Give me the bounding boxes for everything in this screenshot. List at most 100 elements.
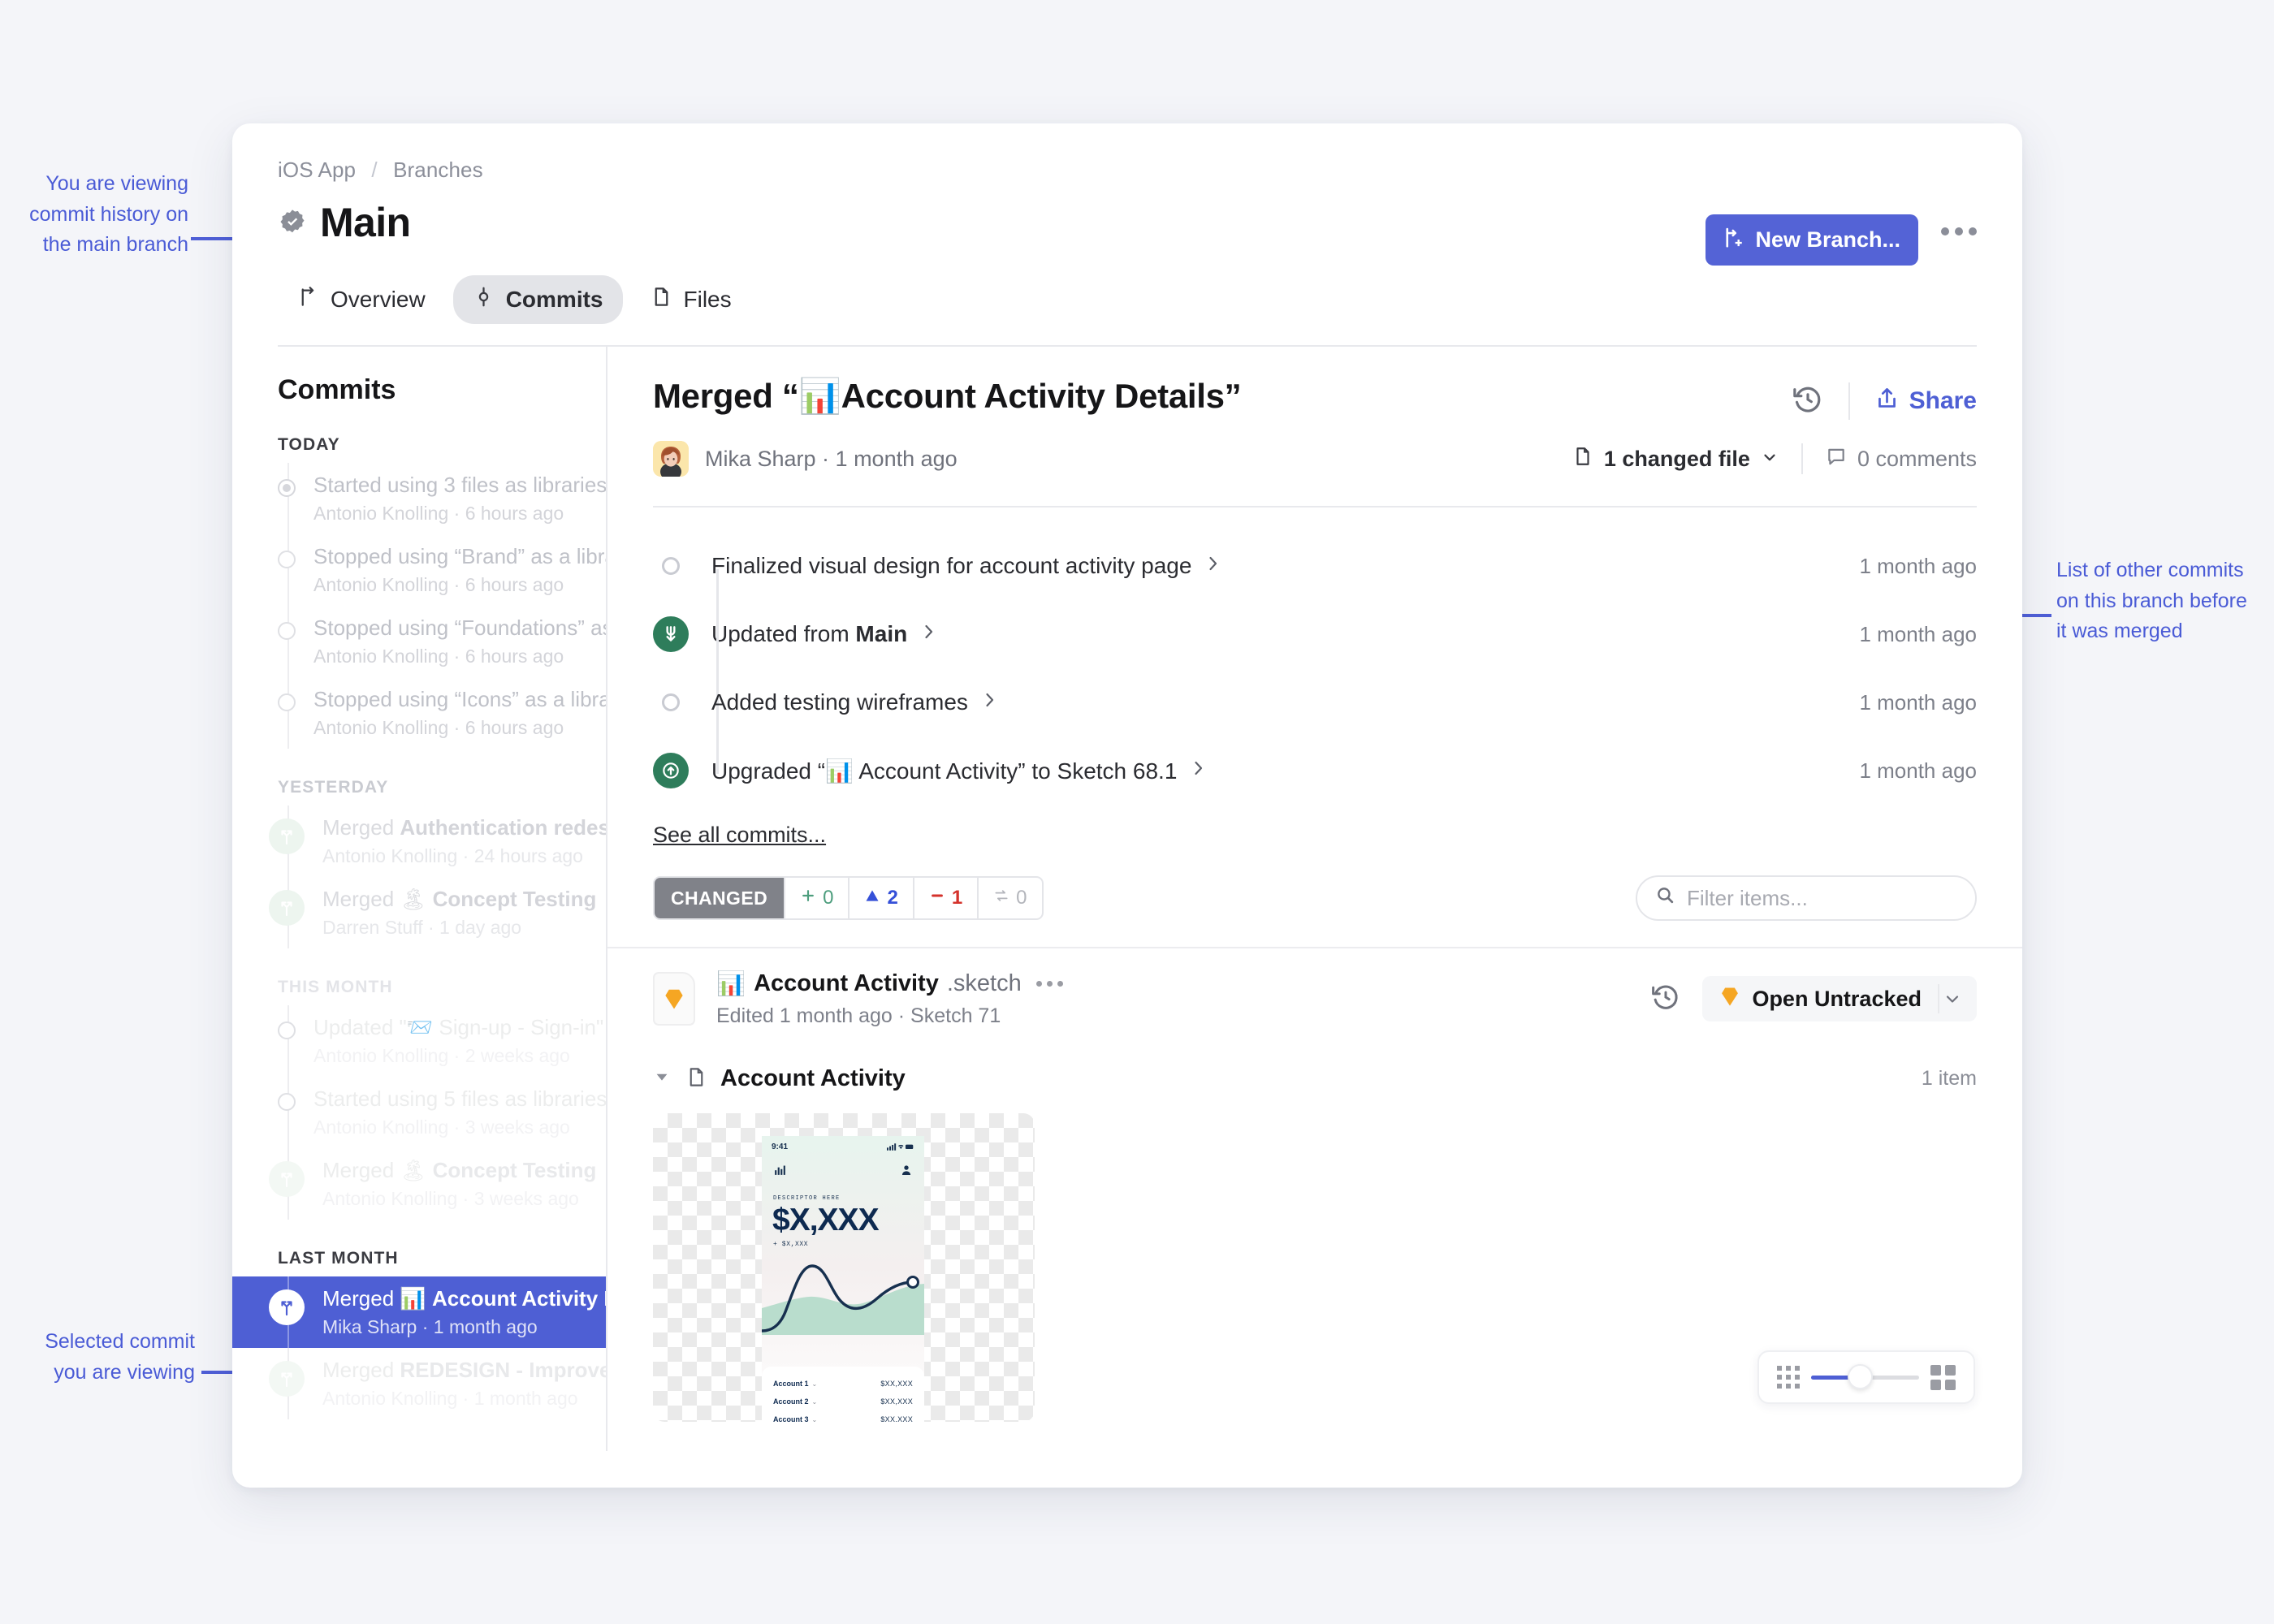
branch-icon [297, 286, 319, 313]
branch-commit-row[interactable]: Upgraded “📊 Account Activity” to Sketch … [653, 736, 1977, 805]
sketch-file-icon [653, 972, 695, 1026]
sidebar-commit-item[interactable]: Updated "📨 Sign-up - Sign-in" li... Anto… [232, 1005, 606, 1077]
merge-icon [269, 818, 305, 854]
tab-files[interactable]: Files [631, 275, 751, 324]
breadcrumb-project[interactable]: iOS App [278, 158, 356, 182]
merge-icon [269, 1161, 305, 1197]
commit-message: Merged REDESIGN - Improve Sig... [322, 1358, 606, 1382]
chevron-right-icon [979, 689, 999, 715]
changed-file-row[interactable]: 📊 Account Activity .sketch Edited 1 month… [607, 948, 2022, 1028]
caret-down-icon[interactable] [653, 1068, 671, 1091]
zoom-slider[interactable] [1811, 1364, 1919, 1389]
sidebar-commit-item[interactable]: Started using 5 files as libraries Anton… [232, 1077, 606, 1148]
commit-node-dot-icon [278, 693, 296, 711]
page-title: Main [320, 200, 411, 245]
added-count-segment[interactable]: 0 [785, 878, 850, 918]
tab-commits[interactable]: Commits [452, 275, 623, 324]
minus-icon [929, 887, 945, 909]
branch-commit-time: 1 month ago [1859, 758, 1977, 783]
branch-commit-label: Added testing wireframes [711, 689, 999, 715]
modified-count-segment[interactable]: 2 [850, 878, 914, 918]
moved-count-segment[interactable]: 0 [979, 878, 1041, 918]
commit-node-dot-icon [653, 557, 689, 575]
phone-toolbar [762, 1151, 924, 1181]
sidebar-commit-item-selected[interactable]: Merged 📊 Account Activity Deta... Mika S… [232, 1276, 606, 1348]
new-branch-button[interactable]: New Branch... [1706, 214, 1918, 266]
tab-bar: Overview Commits Files [278, 275, 1977, 324]
commit-node-dot-icon [653, 693, 689, 711]
sidebar-group-label-today: TODAY [278, 435, 340, 454]
filter-input[interactable]: Filter items... [1636, 875, 1977, 921]
chevron-down-icon: ⌄ [811, 1380, 818, 1388]
zoom-slider-knob[interactable] [1848, 1364, 1874, 1389]
deleted-count: 1 [951, 887, 963, 909]
zoom-control[interactable] [1757, 1350, 1975, 1404]
history-clock-icon[interactable] [1792, 383, 1824, 420]
commit-detail-panel: Merged “📊 Account Activity Details” Shar… [607, 347, 2022, 1451]
preview-group-header[interactable]: Account Activity 1 item [607, 1028, 2022, 1092]
comments-count[interactable]: 0 comments [1826, 446, 1977, 473]
commits-sidebar[interactable]: Commits TODAY Started using 3 files as l… [232, 347, 607, 1451]
commit-message: Merged 🏝 Concept Testing [322, 887, 597, 912]
small-grid-icon[interactable] [1777, 1366, 1800, 1389]
status-time: 9:41 [772, 1142, 789, 1151]
avatar [653, 441, 689, 477]
commit-meta: Antonio Knolling · 6 hours ago [313, 646, 564, 667]
commit-meta: Mika Sharp · 1 month ago [322, 1316, 538, 1337]
deleted-count-segment[interactable]: 1 [914, 878, 979, 918]
open-untracked-button[interactable]: Open Untracked [1702, 976, 1977, 1021]
changed-files-dropdown[interactable]: 1 changed file [1572, 446, 1779, 473]
chevron-right-icon [919, 621, 938, 647]
sidebar-commit-item[interactable]: Merged Authentication redesign Antonio K… [232, 806, 606, 877]
account-row: Account 1 ⌄ $XX,XXX [773, 1380, 913, 1388]
history-clock-icon[interactable] [1650, 982, 1681, 1017]
tab-overview[interactable]: Overview [278, 275, 445, 324]
plus-icon [800, 887, 816, 909]
share-button[interactable]: Share [1874, 386, 1977, 417]
filter-placeholder: Filter items... [1687, 885, 1808, 910]
chevron-right-icon [1203, 553, 1222, 579]
branch-commit-row[interactable]: Added testing wireframes 1 month ago [653, 668, 1977, 774]
divider [1848, 382, 1850, 420]
see-all-commits-link[interactable]: See all commits... [653, 823, 826, 848]
commit-title: Merged “📊 Account Activity Details” [653, 376, 1242, 416]
change-type-segmented-control[interactable]: CHANGED 0 2 1 0 [653, 876, 1044, 920]
sidebar-group-label-yesterday: YESTERDAY [278, 778, 389, 797]
sidebar-commit-item[interactable]: Stopped using “Brand” as a library Anton… [232, 534, 606, 606]
large-grid-icon[interactable] [1930, 1364, 1956, 1390]
commit-meta: Antonio Knolling · 6 hours ago [313, 503, 564, 524]
tab-commits-label: Commits [505, 287, 603, 312]
screenshot-stage: You are viewing commit history on the ma… [0, 0, 2274, 1624]
commit-message: Started using 5 files as libraries [313, 1086, 606, 1111]
bar-chart-emoji: 📊 [825, 757, 854, 784]
sidebar-commit-item[interactable]: Stopped using “Foundations” as ... Anton… [232, 606, 606, 677]
sidebar-commit-item[interactable]: Merged REDESIGN - Improve Sig... Antonio… [232, 1348, 606, 1419]
sidebar-commit-item[interactable]: Started using 3 files as libraries Anton… [232, 463, 606, 534]
commit-node-dot-icon [278, 479, 296, 497]
sidebar-commit-item[interactable]: Stopped using “Icons” as a library Anton… [232, 677, 606, 749]
more-options-icon[interactable] [1941, 227, 1977, 235]
branch-commit-label: Updated from Main [711, 621, 938, 647]
sidebar-commit-item[interactable]: Merged 🏝 Concept Testing Antonio Knollin… [232, 1148, 606, 1220]
changed-files-label: 1 changed file [1603, 446, 1750, 471]
verified-badge-icon [278, 208, 307, 237]
annotation-other-commits: List of other commits on this branch bef… [2056, 559, 2247, 642]
file-more-options-icon[interactable] [1035, 981, 1063, 987]
window-topbar: iOS App / Branches Main New Branch... Ov… [232, 123, 2022, 347]
status-indicators [887, 1142, 914, 1151]
commit-node-dot-icon [278, 622, 296, 640]
commit-message: Merged 🏝 Concept Testing [322, 1158, 597, 1183]
bar-chart-emoji: 📊 [716, 970, 746, 997]
file-preview-thumbnail[interactable]: 9:41 DESCRIPTOR HERE $X,XXX + $X,XXX Acc… [653, 1113, 1035, 1422]
branch-commit-row[interactable]: Updated from Main 1 month ago [653, 600, 1977, 706]
bar-chart-icon [773, 1163, 787, 1181]
sidebar-commit-item[interactable]: Merged 🏝 Concept Testing Darren Stuff · … [232, 877, 606, 948]
bar-chart-emoji: 📊 [798, 376, 841, 416]
file-icon [1572, 446, 1593, 473]
breadcrumb-section[interactable]: Branches [393, 158, 483, 182]
branch-commit-row[interactable]: Finalized visual design for account acti… [653, 532, 1977, 637]
chevron-down-icon[interactable] [1938, 984, 1977, 1013]
commit-meta: Darren Stuff · 1 day ago [322, 917, 522, 938]
commit-meta: Antonio Knolling · 3 weeks ago [313, 1116, 570, 1138]
commit-message: Stopped using “Brand” as a library [313, 544, 606, 568]
